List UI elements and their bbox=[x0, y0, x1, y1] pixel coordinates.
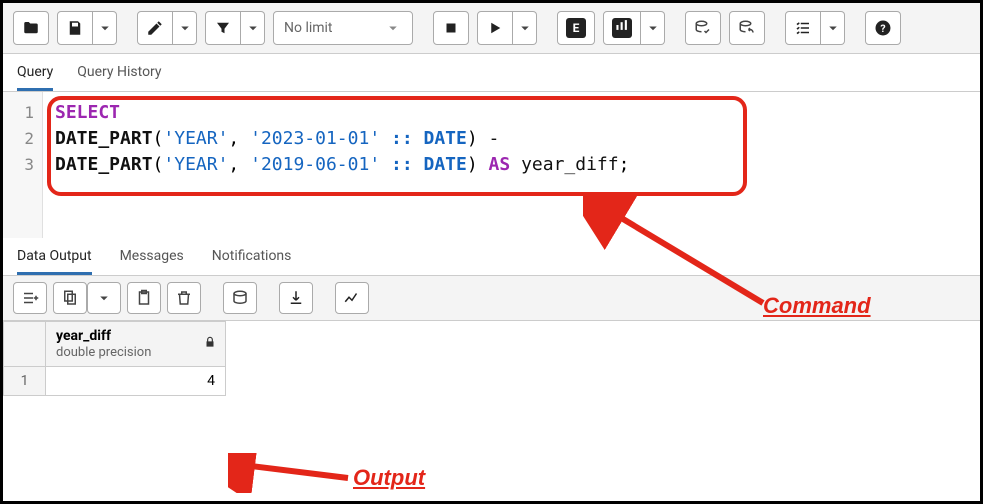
graph-button[interactable] bbox=[335, 282, 369, 314]
clipboard-icon bbox=[135, 289, 153, 307]
chevron-down-icon bbox=[644, 19, 662, 37]
tab-messages[interactable]: Messages bbox=[120, 248, 184, 275]
line-number: 1 bbox=[3, 100, 34, 126]
arrow-output bbox=[228, 453, 358, 493]
column-name: year_diff bbox=[56, 328, 215, 344]
svg-text:?: ? bbox=[880, 22, 885, 35]
chart-icon bbox=[612, 18, 632, 38]
corner-cell[interactable] bbox=[4, 322, 46, 367]
save-button[interactable] bbox=[57, 11, 93, 45]
result-grid: year_diff double precision 1 4 bbox=[3, 321, 226, 396]
tab-query-history[interactable]: Query History bbox=[77, 64, 161, 91]
chevron-down-icon bbox=[516, 19, 534, 37]
tab-data-output[interactable]: Data Output bbox=[17, 248, 92, 275]
output-toolbar bbox=[3, 276, 980, 321]
copy-icon bbox=[61, 289, 79, 307]
explain-button[interactable]: E bbox=[557, 11, 595, 45]
chevron-down-icon bbox=[824, 19, 842, 37]
delete-button[interactable] bbox=[167, 282, 201, 314]
macros-dropdown[interactable] bbox=[821, 11, 845, 45]
main-toolbar: No limit E ? bbox=[3, 3, 980, 54]
analyze-dropdown[interactable] bbox=[641, 11, 665, 45]
trash-icon bbox=[175, 289, 193, 307]
filter-dropdown[interactable] bbox=[241, 11, 265, 45]
execute-button[interactable] bbox=[477, 11, 513, 45]
chevron-down-icon bbox=[96, 19, 114, 37]
line-gutter: 1 2 3 bbox=[3, 92, 43, 238]
db-check-icon bbox=[694, 19, 712, 37]
chevron-down-icon bbox=[95, 289, 113, 307]
filter-icon bbox=[214, 19, 232, 37]
db-undo-icon bbox=[738, 19, 756, 37]
execute-dropdown[interactable] bbox=[513, 11, 537, 45]
pencil-icon bbox=[146, 19, 164, 37]
db-save-icon bbox=[231, 289, 249, 307]
stop-button[interactable] bbox=[433, 11, 469, 45]
tab-notifications[interactable]: Notifications bbox=[212, 248, 292, 275]
rollback-button[interactable] bbox=[729, 11, 765, 45]
row-limit-label: No limit bbox=[284, 20, 333, 36]
edit-button[interactable] bbox=[137, 11, 173, 45]
line-number: 2 bbox=[3, 126, 34, 152]
triangle-down-icon bbox=[384, 19, 402, 37]
explain-icon: E bbox=[566, 18, 586, 38]
save-dropdown[interactable] bbox=[93, 11, 117, 45]
chevron-down-icon bbox=[244, 19, 262, 37]
macros-button[interactable] bbox=[785, 11, 821, 45]
chevron-down-icon bbox=[176, 19, 194, 37]
paste-button[interactable] bbox=[127, 282, 161, 314]
column-header[interactable]: year_diff double precision bbox=[46, 322, 226, 367]
download-icon bbox=[287, 289, 305, 307]
column-type: double precision bbox=[56, 345, 151, 360]
editor-tabs: Query Query History bbox=[3, 54, 980, 92]
line-number: 3 bbox=[3, 152, 34, 178]
play-icon bbox=[486, 19, 504, 37]
row-limit-select[interactable]: No limit bbox=[273, 11, 413, 45]
help-button[interactable]: ? bbox=[865, 11, 901, 45]
edit-dropdown[interactable] bbox=[173, 11, 197, 45]
sql-editor[interactable]: 1 2 3 SELECT DATE_PART('YEAR', '2023-01-… bbox=[3, 92, 980, 238]
code-area[interactable]: SELECT DATE_PART('YEAR', '2023-01-01' ::… bbox=[43, 92, 980, 238]
annotation-output: Output bbox=[353, 465, 425, 491]
add-row-button[interactable] bbox=[13, 282, 47, 314]
open-file-button[interactable] bbox=[13, 11, 49, 45]
copy-dropdown[interactable] bbox=[87, 282, 121, 314]
table-row[interactable]: 1 4 bbox=[4, 367, 226, 396]
folder-icon bbox=[22, 19, 40, 37]
filter-button[interactable] bbox=[205, 11, 241, 45]
commit-button[interactable] bbox=[685, 11, 721, 45]
line-chart-icon bbox=[343, 289, 361, 307]
stop-icon bbox=[442, 19, 460, 37]
lock-icon bbox=[203, 335, 217, 353]
analyze-button[interactable] bbox=[603, 11, 641, 45]
tab-query[interactable]: Query bbox=[17, 64, 53, 91]
list-check-icon bbox=[794, 19, 812, 37]
download-button[interactable] bbox=[279, 282, 313, 314]
save-data-button[interactable] bbox=[223, 282, 257, 314]
output-tabs: Data Output Messages Notifications bbox=[3, 238, 980, 276]
rows-plus-icon bbox=[21, 289, 39, 307]
save-icon bbox=[66, 19, 84, 37]
cell-value[interactable]: 4 bbox=[46, 367, 226, 396]
copy-button[interactable] bbox=[53, 282, 87, 314]
row-number: 1 bbox=[4, 367, 46, 396]
help-icon: ? bbox=[874, 19, 892, 37]
